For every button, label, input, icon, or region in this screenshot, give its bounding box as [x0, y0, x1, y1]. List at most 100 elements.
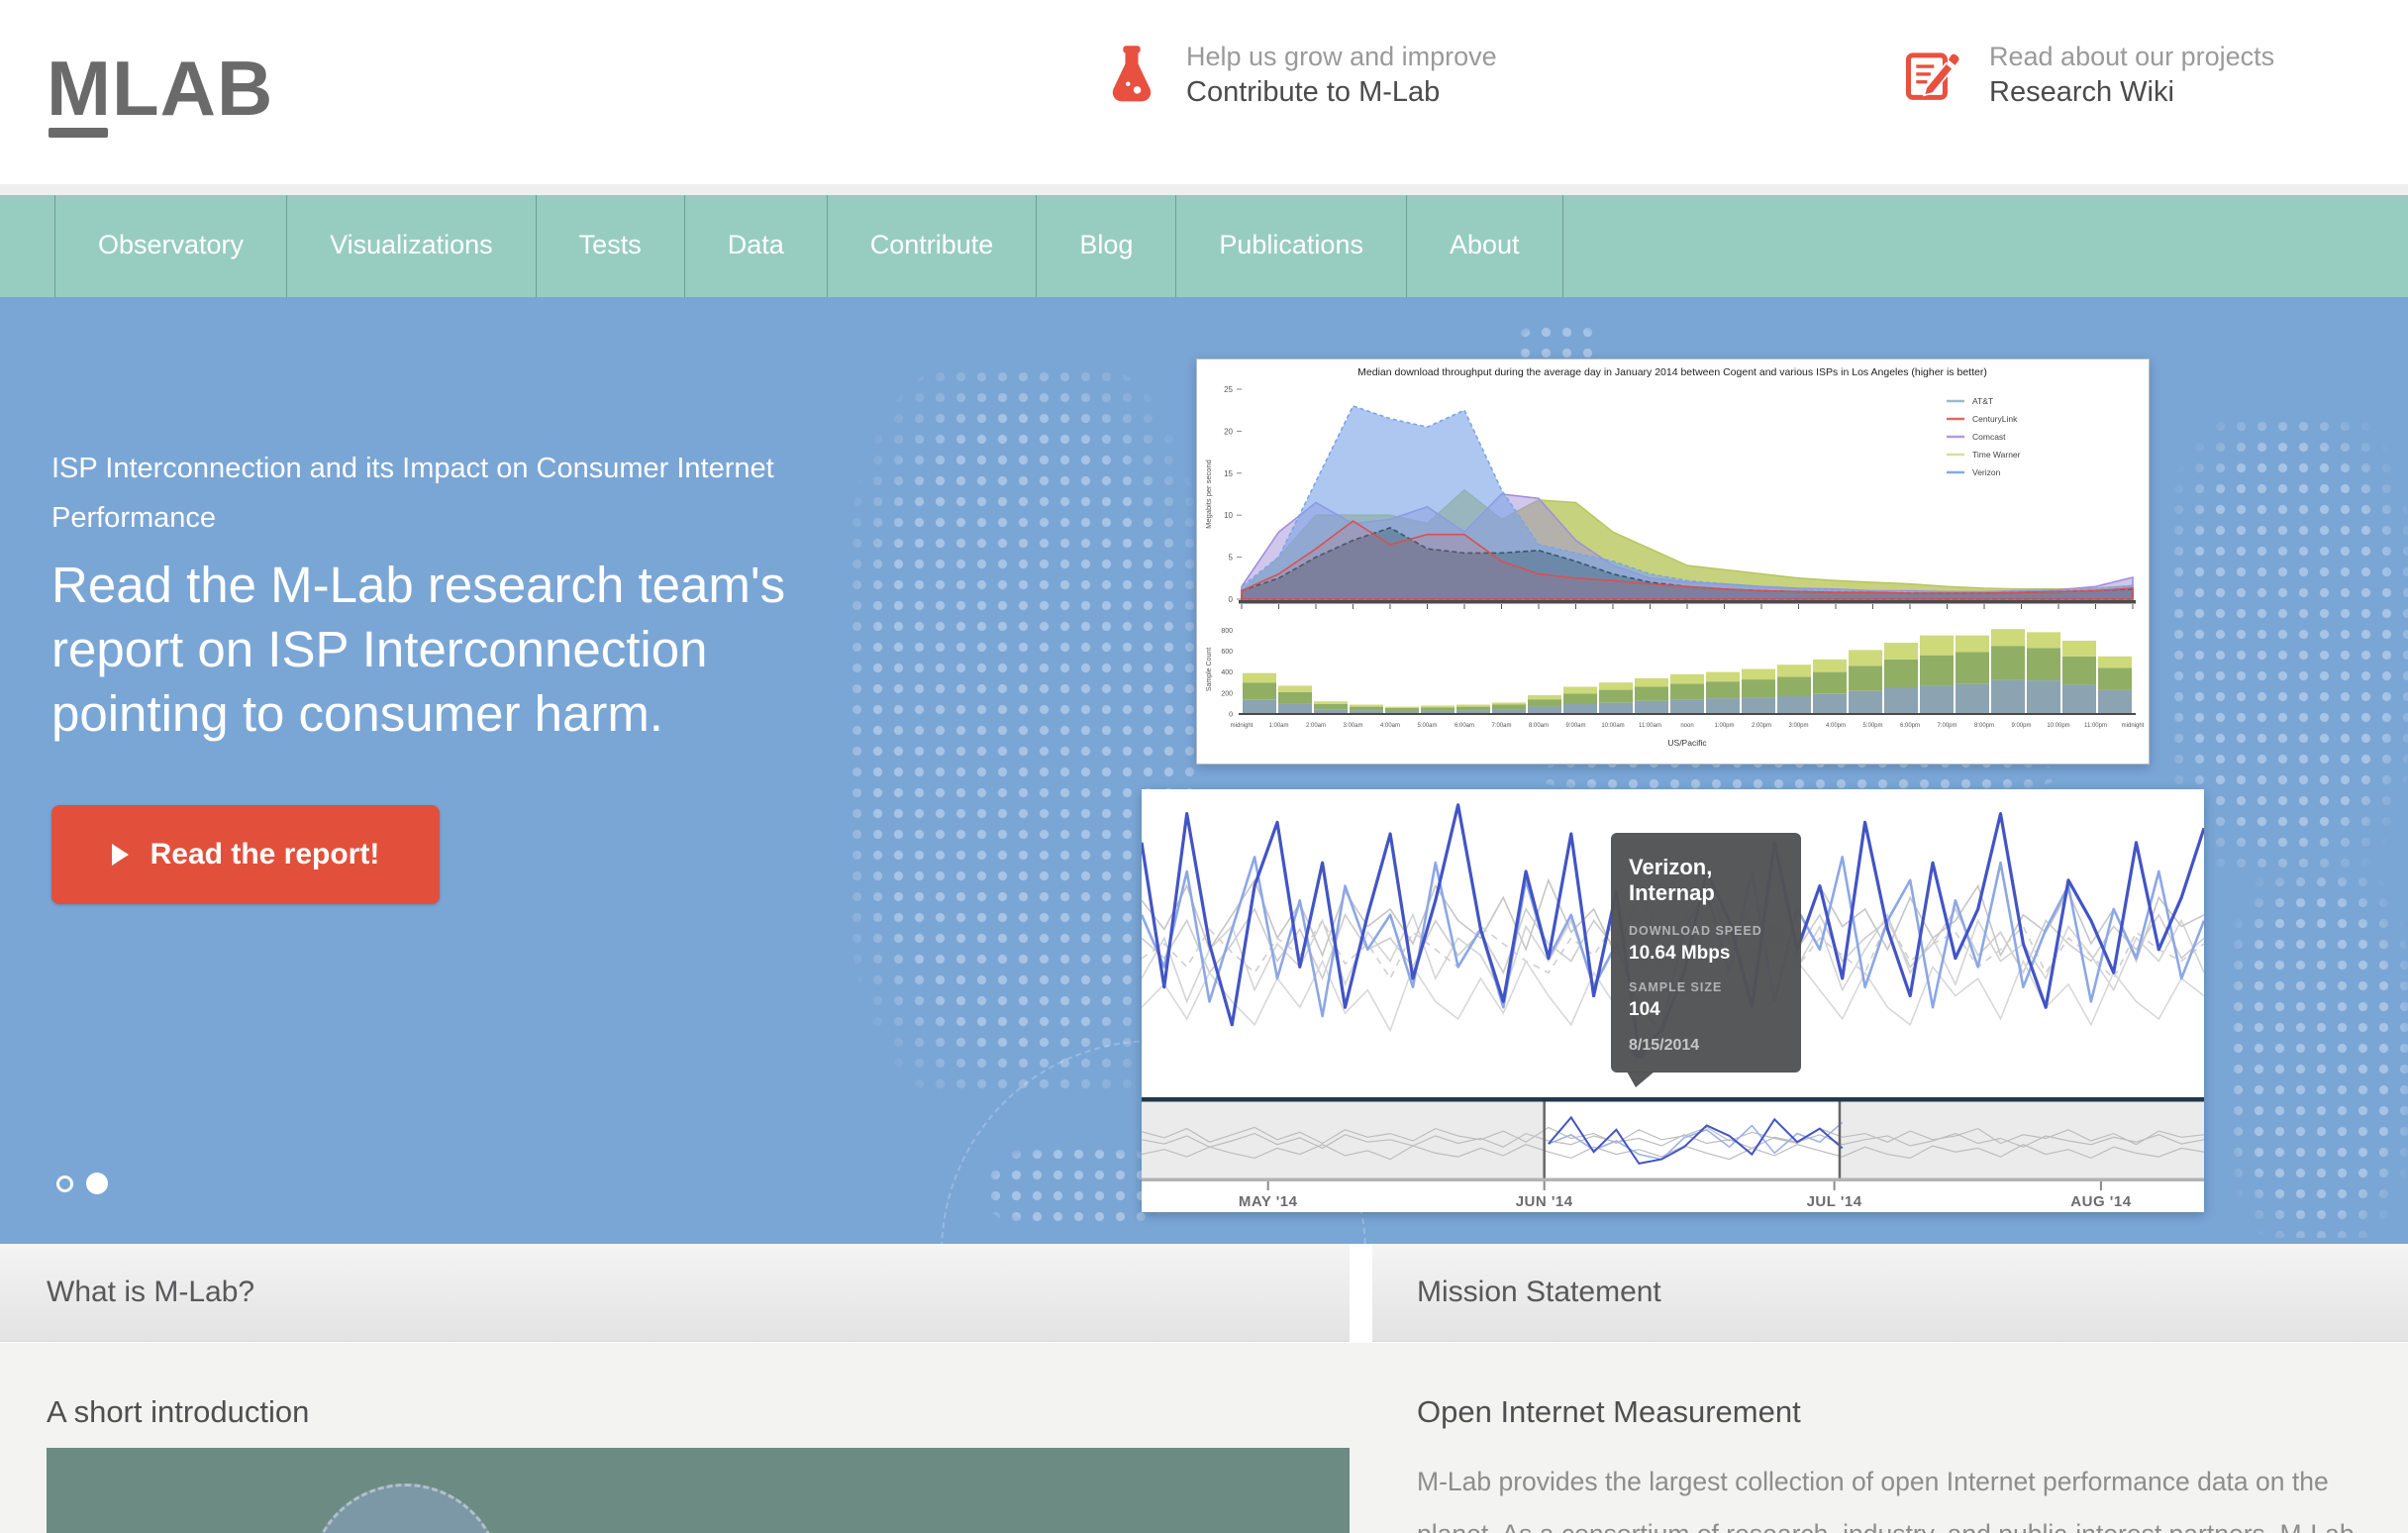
- svg-text:5: 5: [1229, 554, 1234, 562]
- svg-text:0: 0: [1229, 712, 1233, 719]
- svg-text:4:00pm: 4:00pm: [1826, 723, 1846, 729]
- mlab-logo[interactable]: MLAB: [47, 44, 273, 134]
- svg-text:midnight: midnight: [1231, 723, 1254, 729]
- throughput-area-chart: Median download throughput during the av…: [1197, 359, 2149, 764]
- nav-item-tests[interactable]: Tests: [536, 195, 684, 297]
- svg-text:6:00pm: 6:00pm: [1900, 723, 1920, 729]
- svg-text:US/Pacific: US/Pacific: [1667, 738, 1707, 748]
- svg-text:Median download throughput dur: Median download throughput during the av…: [1357, 366, 1987, 378]
- tooltip-isp-name: Verizon, Internap: [1629, 855, 1783, 906]
- hero-carousel-slide: ISP Interconnection and its Impact on Co…: [0, 297, 2408, 1244]
- svg-text:25: 25: [1224, 385, 1233, 394]
- svg-text:Verizon: Verizon: [1972, 467, 2001, 477]
- read-report-button[interactable]: Read the report!: [51, 805, 440, 904]
- main-nav: Observatory Visualizations Tests Data Co…: [0, 195, 2408, 297]
- svg-text:5:00pm: 5:00pm: [1862, 723, 1882, 729]
- wiki-icon: [1904, 46, 1959, 105]
- svg-text:800: 800: [1221, 628, 1233, 635]
- svg-text:2:00am: 2:00am: [1306, 723, 1326, 729]
- svg-text:11:00am: 11:00am: [1639, 723, 1661, 729]
- logo-letter-m: M: [47, 44, 112, 134]
- svg-text:6:00am: 6:00am: [1455, 723, 1474, 729]
- svg-text:MAY '14: MAY '14: [1239, 1193, 1298, 1210]
- band-title: What is M-Lab?: [47, 1276, 254, 1309]
- carousel-dot-1[interactable]: [56, 1175, 73, 1192]
- header-link-title: Read about our projects: [1989, 40, 2274, 74]
- carousel-dots: [56, 1173, 108, 1194]
- svg-text:JUN '14: JUN '14: [1516, 1193, 1573, 1210]
- svg-text:Megabits per second: Megabits per second: [1204, 460, 1213, 529]
- nav-item-blog[interactable]: Blog: [1036, 195, 1175, 297]
- throughput-chart-panel: Median download throughput during the av…: [1196, 358, 2150, 765]
- svg-text:AT&T: AT&T: [1972, 396, 1993, 406]
- header-link-title: Help us grow and improve: [1186, 40, 1497, 74]
- nav-item-about[interactable]: About: [1406, 195, 1563, 297]
- tooltip-sample-value: 104: [1629, 999, 1783, 1021]
- site-header: MLAB Help us grow and improve Contribute…: [0, 0, 2408, 184]
- svg-text:1:00am: 1:00am: [1268, 723, 1288, 729]
- nav-item-publications[interactable]: Publications: [1175, 195, 1406, 297]
- play-triangle-icon: [112, 844, 129, 866]
- hero-headline: Read the M-Lab research team's report on…: [51, 553, 785, 746]
- world-map-dots: [2168, 416, 2408, 871]
- flask-icon: [1107, 45, 1156, 106]
- timeseries-chart-panel: MAY '14 JUN '14 JUL '14 AUG '14 Verizon, In…: [1142, 789, 2204, 1212]
- nav-item-visualizations[interactable]: Visualizations: [286, 195, 536, 297]
- svg-text:9:00pm: 9:00pm: [2011, 723, 2031, 729]
- svg-text:20: 20: [1224, 427, 1233, 436]
- video-decoration-circle: [309, 1483, 502, 1533]
- mlab-homepage: MLAB Help us grow and improve Contribute…: [0, 0, 2408, 1533]
- svg-text:200: 200: [1221, 690, 1233, 697]
- tooltip-download-value: 10.64 Mbps: [1629, 943, 1783, 965]
- svg-text:3:00pm: 3:00pm: [1788, 723, 1808, 729]
- svg-text:JUL '14: JUL '14: [1807, 1193, 1862, 1210]
- carousel-dot-2[interactable]: [86, 1173, 108, 1194]
- tooltip-pointer: [1627, 1072, 1655, 1087]
- svg-text:15: 15: [1224, 469, 1233, 478]
- world-map-dots: [2228, 871, 2408, 1238]
- hero-kicker: ISP Interconnection and its Impact on Co…: [51, 444, 774, 543]
- svg-text:10:00pm: 10:00pm: [2047, 723, 2069, 729]
- svg-text:600: 600: [1221, 649, 1233, 656]
- svg-text:Comcast: Comcast: [1972, 432, 2006, 442]
- nav-item-data[interactable]: Data: [684, 195, 827, 297]
- svg-text:8:00am: 8:00am: [1529, 723, 1549, 729]
- intro-heading: A short introduction: [47, 1394, 309, 1430]
- svg-text:10: 10: [1224, 511, 1233, 520]
- svg-text:midnight: midnight: [2122, 723, 2145, 729]
- header-link-wiki[interactable]: Read about our projects Research Wiki: [1904, 40, 2274, 110]
- tooltip-download-label: DOWNLOAD SPEED: [1629, 924, 1783, 938]
- svg-text:11:00pm: 11:00pm: [2084, 723, 2107, 729]
- chart-tooltip: Verizon, Internap DOWNLOAD SPEED 10.64 M…: [1611, 833, 1801, 1073]
- intro-video-thumbnail[interactable]: [47, 1448, 1350, 1533]
- mission-heading: Open Internet Measurement: [1417, 1394, 1801, 1430]
- svg-text:7:00pm: 7:00pm: [1937, 723, 1956, 729]
- svg-text:2:00pm: 2:00pm: [1752, 723, 1771, 729]
- svg-text:8:00pm: 8:00pm: [1974, 723, 1994, 729]
- svg-text:3:00am: 3:00am: [1343, 723, 1362, 729]
- svg-text:10:00am: 10:00am: [1601, 723, 1624, 729]
- svg-text:AUG '14: AUG '14: [2070, 1193, 2131, 1210]
- header-link-subtitle: Contribute to M-Lab: [1186, 74, 1497, 110]
- header-link-subtitle: Research Wiki: [1989, 74, 2274, 110]
- svg-text:1:00pm: 1:00pm: [1714, 723, 1734, 729]
- svg-text:400: 400: [1221, 669, 1233, 676]
- section-band-mission: Mission Statement: [1372, 1244, 2408, 1342]
- band-title: Mission Statement: [1417, 1276, 1661, 1309]
- svg-text:Time Warner: Time Warner: [1972, 450, 2021, 460]
- mission-paragraph: M-Lab provides the largest collection of…: [1417, 1456, 2355, 1533]
- svg-text:9:00am: 9:00am: [1565, 723, 1585, 729]
- header-divider-strip: [0, 184, 2408, 195]
- svg-text:noon: noon: [1680, 723, 1693, 729]
- tooltip-sample-label: SAMPLE SIZE: [1629, 980, 1783, 994]
- read-report-label: Read the report!: [150, 838, 380, 871]
- logo-letters-lab: LAB: [112, 45, 273, 132]
- svg-text:Sample Count: Sample Count: [1206, 648, 1213, 691]
- svg-text:4:00am: 4:00am: [1380, 723, 1400, 729]
- nav-item-contribute[interactable]: Contribute: [827, 195, 1037, 297]
- tooltip-date: 8/15/2014: [1629, 1037, 1783, 1055]
- svg-text:CenturyLink: CenturyLink: [1972, 414, 2018, 424]
- nav-item-observatory[interactable]: Observatory: [54, 195, 286, 297]
- header-link-contribute[interactable]: Help us grow and improve Contribute to M…: [1107, 40, 1497, 110]
- svg-text:5:00am: 5:00am: [1417, 723, 1437, 729]
